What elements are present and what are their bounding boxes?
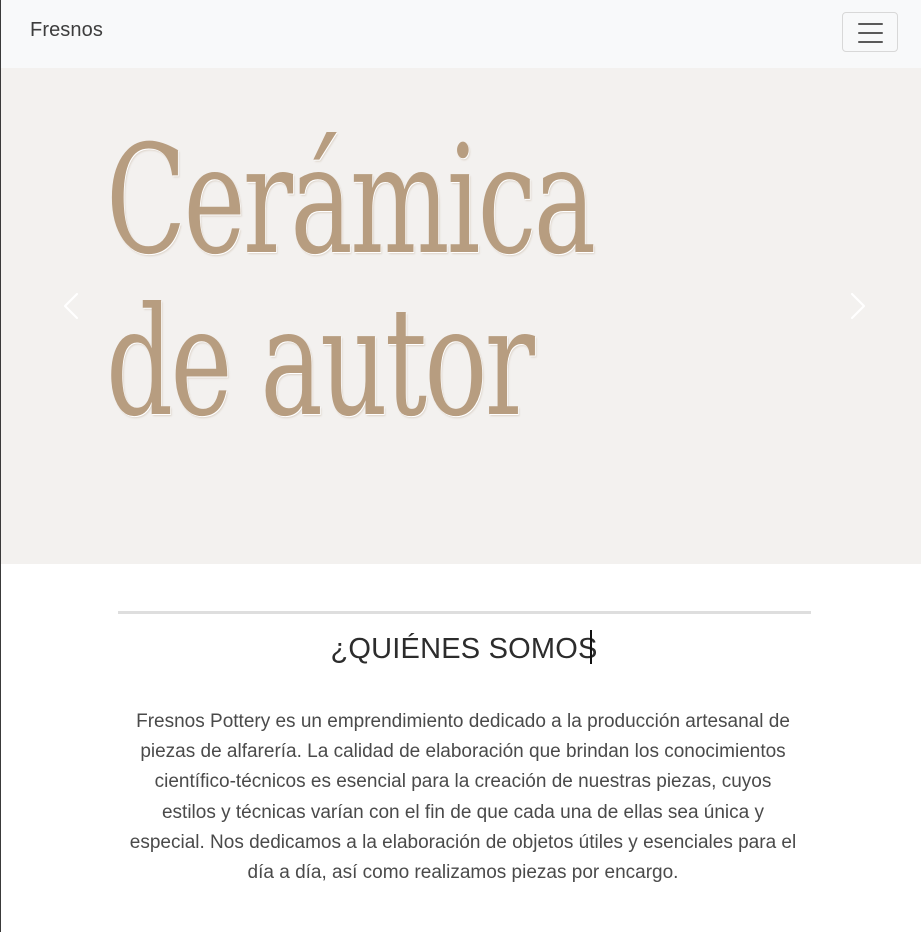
- carousel-next-button[interactable]: [842, 286, 872, 326]
- hamburger-bar: [858, 23, 883, 25]
- navbar: Fresnos: [1, 0, 921, 68]
- page: Fresnos Cerámica de autor ¿QUIÉNES SOMOS…: [0, 0, 921, 932]
- about-title-text: ¿QUIÉNES SOMOS: [330, 633, 598, 665]
- chevron-left-icon: [63, 292, 79, 320]
- carousel-prev-button[interactable]: [57, 286, 87, 326]
- hero-title-line-2: de autor: [106, 276, 535, 450]
- hamburger-bar: [858, 32, 883, 34]
- navbar-brand[interactable]: Fresnos: [30, 19, 103, 42]
- hamburger-bar: [858, 41, 883, 43]
- about-description: Fresnos Pottery es un emprendimiento ded…: [129, 711, 797, 884]
- hero-title-line-1: Cerámica: [106, 114, 596, 288]
- navbar-toggler-button[interactable]: [842, 12, 898, 52]
- hero-carousel: Cerámica de autor: [1, 68, 921, 564]
- about-title: ¿QUIÉNES SOMOS: [1, 630, 921, 666]
- typing-caret: [589, 630, 592, 664]
- chevron-right-icon: [850, 292, 866, 320]
- section-divider: [118, 611, 811, 614]
